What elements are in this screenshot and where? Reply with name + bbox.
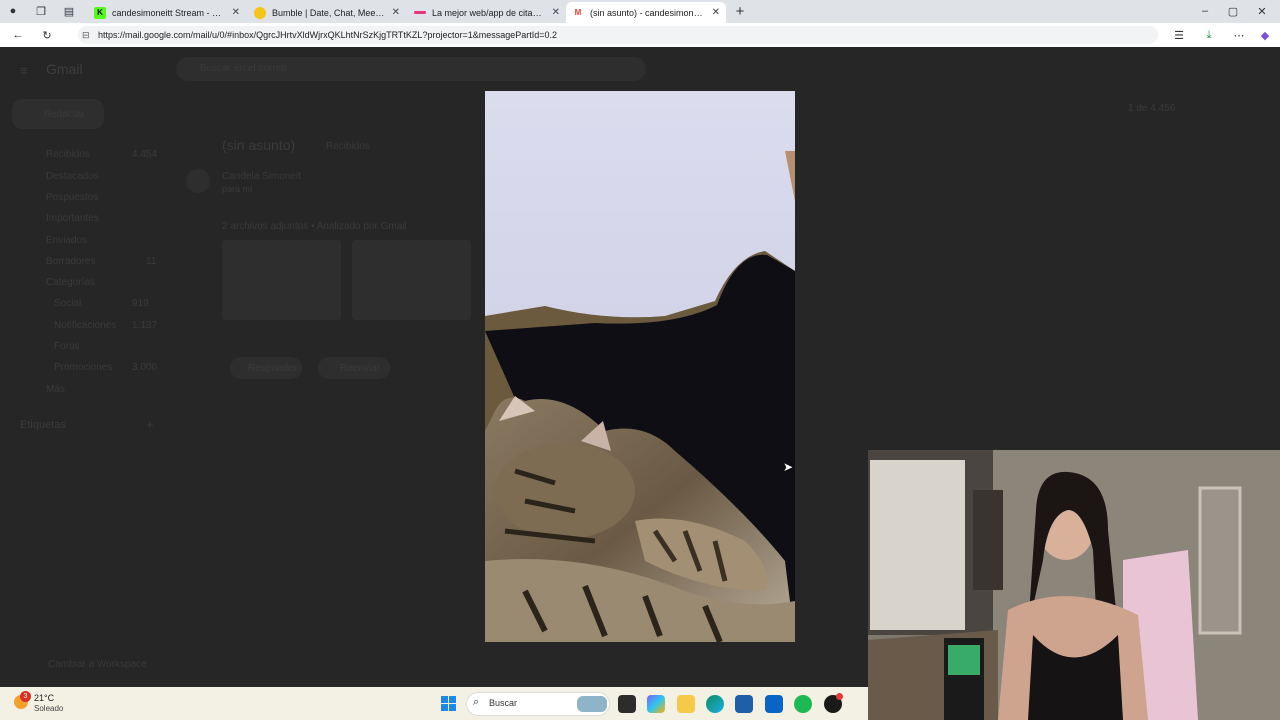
recipient[interactable]: para mí — [222, 184, 253, 194]
nav-promotions[interactable]: Promociones — [54, 362, 112, 373]
store-icon[interactable] — [735, 695, 753, 713]
avatar — [186, 169, 210, 193]
site-info-icon[interactable]: ⊟ — [82, 30, 90, 41]
nav-social[interactable]: Social — [54, 298, 81, 309]
tab-title: (sin asunto) - candesimoneit@gm — [590, 7, 706, 18]
inbox-chip[interactable]: Recibidos — [326, 141, 370, 152]
nav-updates[interactable]: Notificaciones — [54, 320, 116, 331]
spotify-icon[interactable] — [794, 695, 812, 713]
outlook-icon[interactable] — [765, 695, 783, 713]
email-subject: (sin asunto) — [222, 137, 296, 153]
close-window-icon[interactable]: ✕ — [1255, 4, 1269, 18]
nav-starred[interactable]: Destacados — [46, 171, 99, 182]
windows-start-icon[interactable] — [441, 696, 456, 711]
pagination: 1 de 4.456 — [1128, 103, 1176, 114]
attachment-thumbnail[interactable] — [352, 240, 471, 320]
downloads-icon[interactable]: ⤓ — [1202, 28, 1216, 42]
search-placeholder: Buscar en el correo — [200, 63, 287, 74]
nav-inbox-count: 4.454 — [132, 149, 158, 160]
mouse-cursor-icon: ➤ — [783, 460, 794, 474]
more-menu-icon[interactable]: ⋯ — [1232, 28, 1246, 42]
nav-promotions-count: 3.000 — [132, 362, 158, 373]
tab-title: candesimoneitt Stream - Watch L — [112, 7, 226, 18]
bumble-favicon-icon — [254, 6, 266, 19]
forward-label: Reenviar — [340, 363, 381, 374]
copilot-icon[interactable]: ◆ — [1258, 28, 1272, 42]
tab-gmail[interactable]: M (sin asunto) - candesimoneit@gm ✕ — [566, 2, 726, 23]
add-label-icon[interactable]: + — [146, 417, 154, 432]
gmail-logo: Gmail — [46, 61, 83, 77]
edge-browser-icon[interactable] — [706, 695, 724, 713]
search-highlight-icon — [577, 696, 607, 712]
task-view-icon[interactable] — [618, 695, 636, 713]
notification-dot — [836, 693, 843, 700]
reload-icon[interactable]: ↻ — [40, 28, 54, 42]
webcam-overlay — [868, 450, 1280, 720]
browser-tab-strip: ● ❐ ▤ K candesimoneitt Stream - Watch L … — [0, 0, 1280, 23]
tab-title: Bumble | Date, Chat, Meet New P — [272, 7, 386, 18]
weather-temp[interactable]: 21°C — [34, 693, 54, 703]
close-tab-icon[interactable]: ✕ — [552, 7, 560, 18]
favorites-list-icon[interactable]: ☰ — [1172, 28, 1186, 42]
tab-actions-icon[interactable]: ▤ — [62, 4, 76, 18]
nav-drafts[interactable]: Borradores — [46, 256, 95, 267]
tab-dating-site[interactable]: La mejor web/app de citas gratis ✕ — [408, 2, 566, 23]
nav-categories[interactable]: Categorías — [46, 277, 95, 288]
nav-social-count: 919 — [132, 298, 149, 309]
back-icon[interactable]: ← — [11, 28, 25, 42]
sleeping-cat-photo — [485, 91, 795, 642]
new-tab-icon[interactable]: + — [733, 3, 747, 20]
nav-snoozed[interactable]: Pospuestos — [46, 192, 98, 203]
attachments-label: 2 archivos adjuntos • Analizado por Gmai… — [222, 221, 407, 232]
nav-more[interactable]: Más — [46, 384, 65, 395]
workspaces-icon[interactable]: ❐ — [34, 4, 48, 18]
taskbar-search-label: Buscar — [489, 698, 518, 708]
dating-favicon-icon — [414, 11, 426, 14]
compose-label: Redactar — [44, 109, 85, 120]
kick-favicon-icon: K — [94, 6, 106, 19]
profile-icon[interactable]: ● — [6, 4, 20, 18]
nav-updates-count: 1.137 — [132, 320, 158, 331]
labels-header: Etiquetas — [20, 419, 66, 431]
nav-drafts-count: 11 — [146, 256, 157, 267]
gmail-favicon-icon: M — [574, 8, 582, 17]
weather-badge: 3 — [20, 691, 31, 702]
tab-kick[interactable]: K candesimoneitt Stream - Watch L ✕ — [88, 2, 246, 23]
minimize-icon[interactable]: – — [1198, 4, 1212, 18]
copilot-taskbar-icon[interactable] — [647, 695, 665, 713]
search-icon: ⌕ — [473, 696, 480, 708]
streamer-webcam-feed — [868, 450, 1280, 720]
nav-inbox[interactable]: Recibidos — [46, 149, 90, 160]
weather-desc: Soleado — [34, 704, 64, 713]
tab-bumble[interactable]: Bumble | Date, Chat, Meet New P ✕ — [248, 2, 406, 23]
attachment-thumbnail[interactable] — [222, 240, 341, 320]
address-bar[interactable]: https://mail.google.com/mail/u/0/#inbox/… — [78, 26, 1158, 44]
nav-sent[interactable]: Enviados — [46, 235, 87, 246]
attachment-image-viewer[interactable] — [485, 91, 795, 642]
close-tab-icon[interactable]: ✕ — [392, 7, 400, 18]
nav-forums[interactable]: Foros — [54, 341, 80, 352]
close-tab-icon[interactable]: ✕ — [712, 7, 720, 18]
nav-important[interactable]: Importantes — [46, 213, 99, 224]
upgrade-workspace[interactable]: Cambiar a Workspace — [48, 659, 147, 670]
close-tab-icon[interactable]: ✕ — [232, 7, 240, 18]
reply-label: Responder — [248, 363, 297, 374]
sender-name: Candela Simoneit — [222, 171, 301, 182]
menu-icon[interactable]: ≡ — [20, 63, 28, 78]
maximize-icon[interactable]: ▢ — [1226, 4, 1240, 18]
file-explorer-icon[interactable] — [677, 695, 695, 713]
tab-title: La mejor web/app de citas gratis — [432, 7, 546, 18]
